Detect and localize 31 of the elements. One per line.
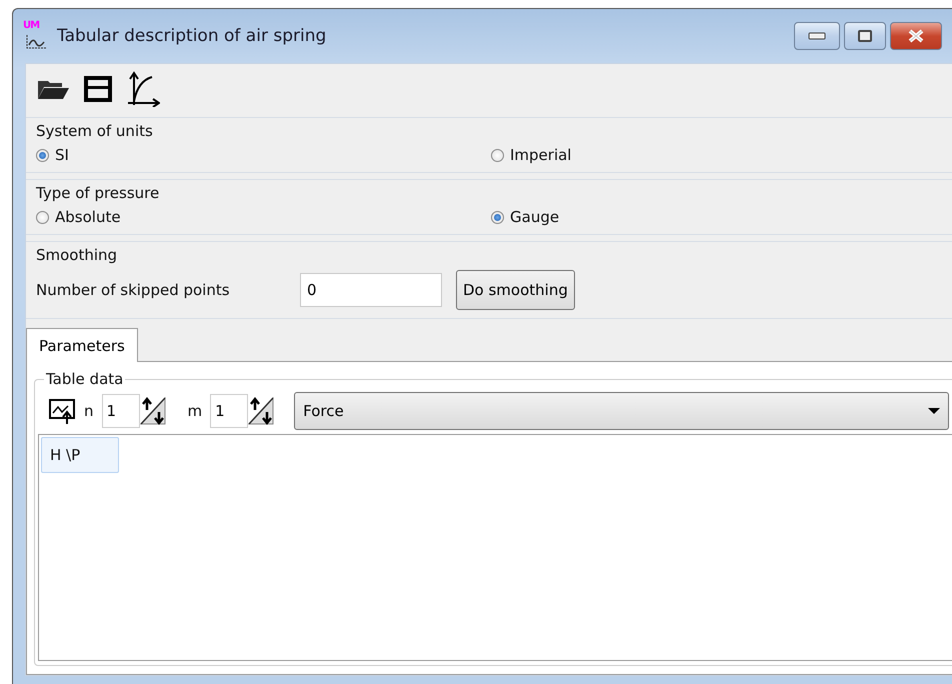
- close-icon: [906, 28, 926, 44]
- save-icon[interactable]: [84, 76, 112, 102]
- chart-import-icon[interactable]: [48, 397, 76, 425]
- tab[interactable]: Parameters: [26, 328, 138, 362]
- spin-arrows-icon[interactable]: [140, 397, 166, 425]
- close-button[interactable]: [890, 22, 942, 50]
- field-label: Number of skipped points: [36, 281, 231, 299]
- group-title: Table data: [45, 370, 124, 388]
- input-field[interactable]: 0: [300, 273, 442, 307]
- minimize-icon: [808, 32, 826, 40]
- radio-button[interactable]: Imperial: [491, 146, 946, 164]
- smoothing-button[interactable]: Do smoothing: [456, 270, 575, 310]
- m-input-field[interactable]: 1: [210, 394, 248, 428]
- radio-button[interactable]: SI: [36, 146, 491, 164]
- radio-button[interactable]: Gauge: [491, 208, 946, 226]
- group-title: Type of pressure: [36, 184, 160, 202]
- dropdown-arrow-icon: [928, 407, 940, 415]
- minimize-button[interactable]: [794, 22, 840, 50]
- chart-axes-icon[interactable]: [126, 71, 160, 107]
- maximize-button[interactable]: [844, 22, 886, 50]
- table-header-cell: H \P: [41, 437, 119, 473]
- group-title: Smoothing: [36, 246, 118, 264]
- group-title: System of units: [36, 122, 154, 140]
- quantity-dropdown[interactable]: Force: [294, 392, 949, 430]
- maximize-icon: [858, 30, 872, 42]
- radio-button[interactable]: Absolute: [36, 208, 491, 226]
- n-input-field[interactable]: 1: [102, 394, 140, 428]
- spin-arrows-icon[interactable]: [248, 397, 274, 425]
- window-title: Tabular description of air spring: [57, 26, 328, 46]
- m-label: m: [188, 402, 202, 420]
- n-label: n: [84, 402, 94, 420]
